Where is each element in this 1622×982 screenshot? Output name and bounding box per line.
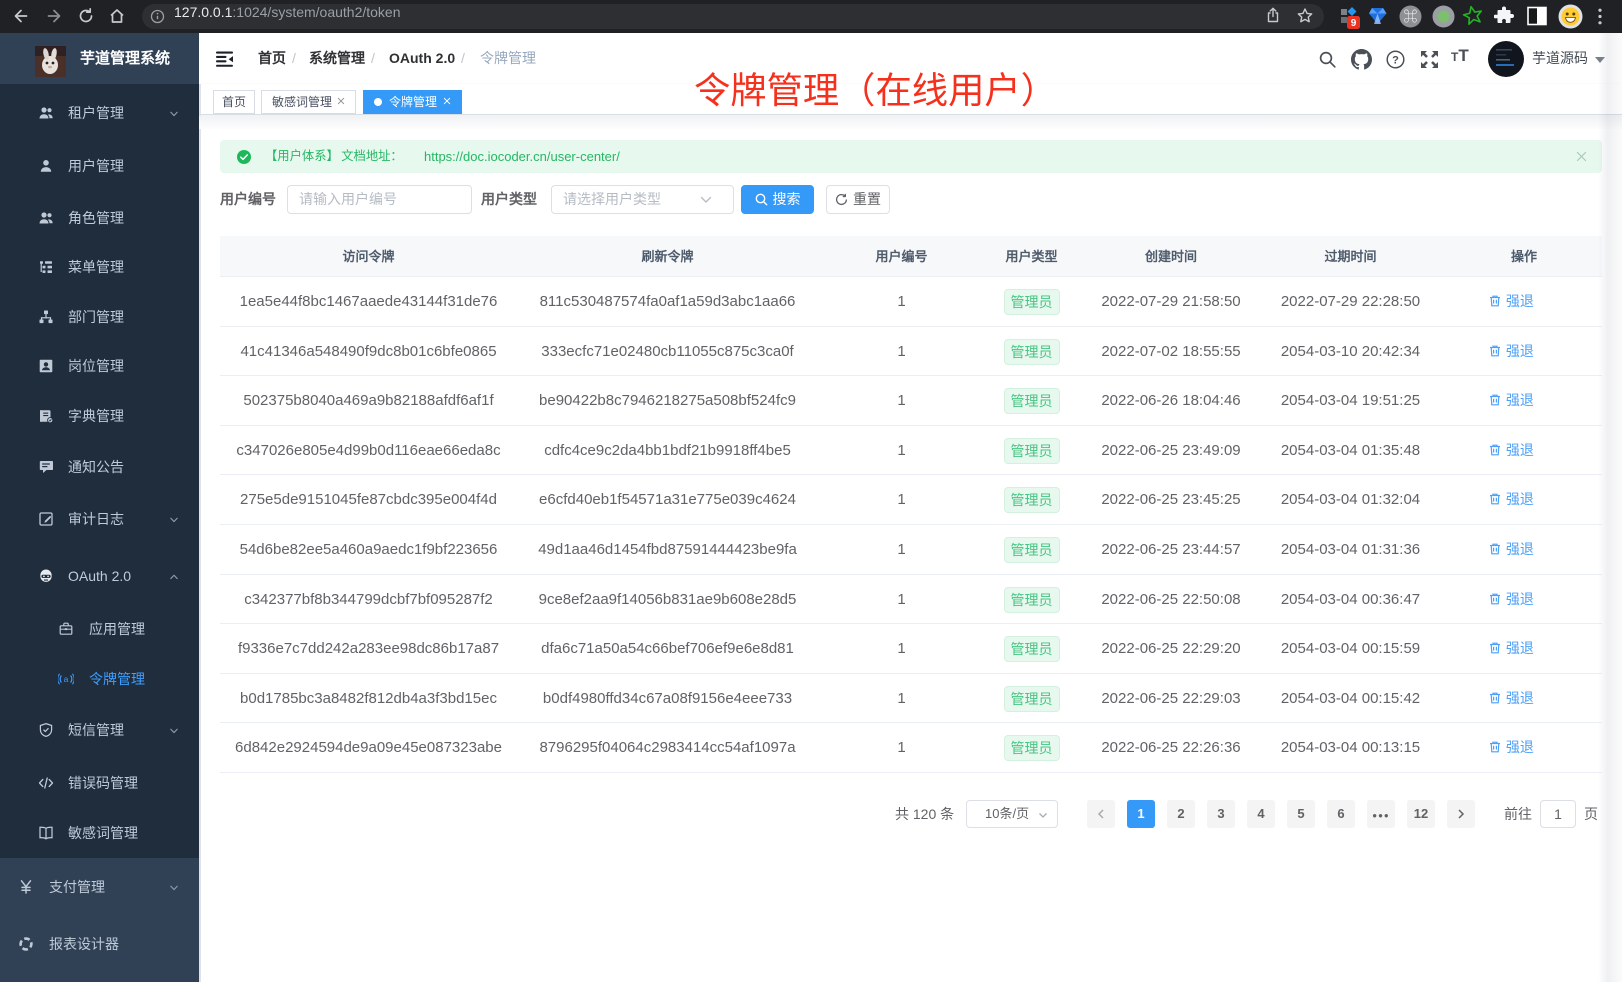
svg-text:⌘: ⌘	[1404, 9, 1418, 25]
svg-text:9: 9	[1351, 18, 1357, 29]
svg-text:?: ?	[1392, 55, 1399, 67]
svg-text:a: a	[64, 674, 69, 684]
